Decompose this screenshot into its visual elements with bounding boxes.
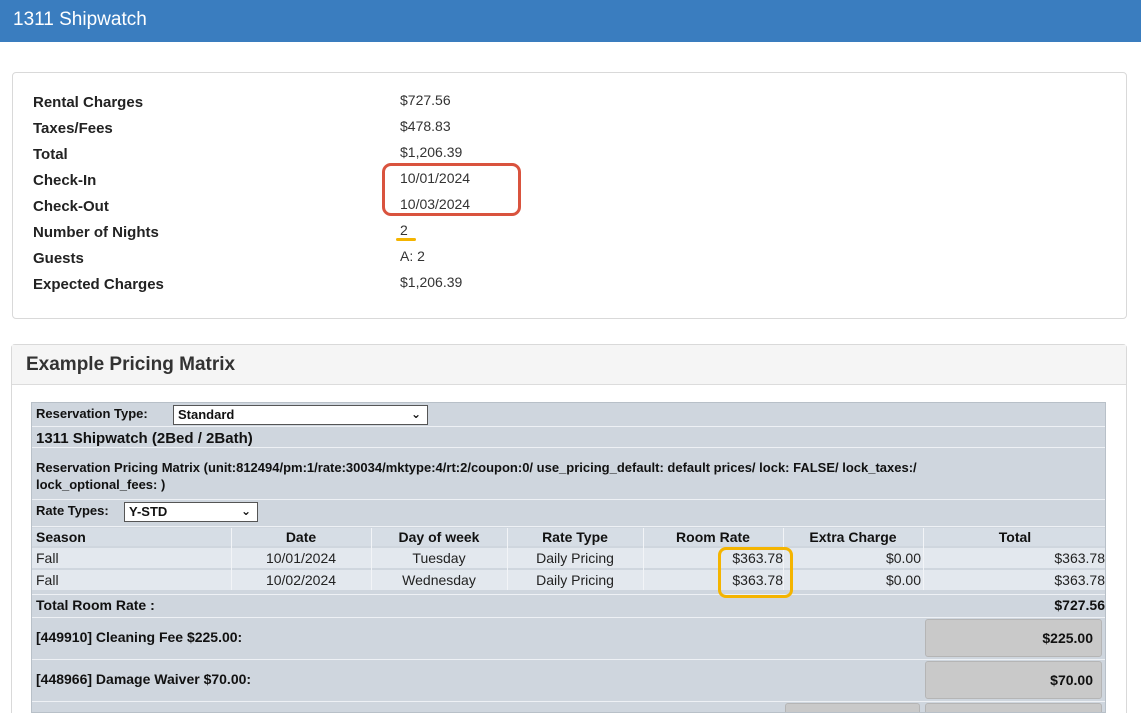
cell-total: $363.78 — [1054, 550, 1105, 566]
summary-value: $1,206.39 — [400, 274, 463, 290]
pricing-matrix-header: Example Pricing Matrix — [12, 345, 1126, 385]
cell-extra-charge: $0.00 — [885, 550, 921, 566]
cleaning-fee-value: $225.00 — [1042, 630, 1093, 646]
row-divider — [32, 526, 1105, 527]
chevron-down-icon: ⌄ — [240, 504, 251, 518]
column-header-rate-type: Rate Type — [542, 529, 608, 545]
cell-day-of-week: Tuesday — [412, 550, 466, 566]
summary-label: Total — [33, 146, 68, 163]
summary-label: Number of Nights — [33, 224, 159, 241]
column-header-extra-charge: Extra Charge — [809, 529, 897, 545]
nights-underline-highlight — [396, 238, 416, 241]
reservation-type-label: Reservation Type: — [36, 406, 148, 421]
summary-label: Guests — [33, 250, 84, 267]
reservation-type-select[interactable]: Standard ⌄ — [173, 405, 428, 425]
damage-waiver-amount: $70.00 — [925, 661, 1102, 699]
column-divider — [507, 528, 508, 590]
summary-value: $727.56 — [400, 92, 451, 108]
column-divider — [923, 528, 924, 590]
summary-value: $478.83 — [400, 118, 451, 134]
summary-row-total: Total $1,206.39 — [33, 142, 733, 168]
cell-rate-type: Daily Pricing — [536, 572, 614, 588]
total-room-rate-value: $727.56 — [1054, 597, 1105, 613]
column-divider — [371, 528, 372, 590]
column-header-date: Date — [285, 529, 317, 545]
summary-value: A: 2 — [400, 248, 425, 264]
cell-season: Fall — [36, 572, 59, 588]
summary-label: Taxes/Fees — [33, 120, 113, 137]
rate-types-select[interactable]: Y-STD ⌄ — [124, 502, 258, 522]
summary-row-rental-charges: Rental Charges $727.56 — [33, 90, 733, 116]
unit-title: 1311 Shipwatch (2Bed / 2Bath) — [36, 430, 253, 447]
check-dates-highlight — [382, 163, 521, 216]
summary-row-expected-charges: Expected Charges $1,206.39 — [33, 272, 733, 298]
header-bar: 1311 Shipwatch — [0, 0, 1141, 42]
summary-value: 2 — [400, 222, 408, 238]
pricing-matrix-params-line2: lock_optional_fees: ) — [36, 477, 166, 492]
reservation-type-selected: Standard — [178, 407, 235, 422]
cell-date: 10/01/2024 — [265, 550, 337, 566]
cell-total: $363.78 — [1054, 572, 1105, 588]
row-divider — [32, 499, 1105, 500]
rate-types-selected: Y-STD — [129, 504, 168, 519]
row-divider — [32, 426, 1105, 427]
row-divider — [32, 594, 1105, 595]
chevron-down-icon: ⌄ — [410, 407, 421, 421]
summary-label: Check-Out — [33, 198, 109, 215]
cleaning-fee-label: [449910] Cleaning Fee $225.00: — [36, 629, 243, 645]
room-rate-highlight — [718, 547, 793, 598]
cell-date: 10/02/2024 — [265, 572, 337, 588]
summary-label: Expected Charges — [33, 276, 164, 293]
column-header-season: Season — [36, 529, 86, 545]
damage-waiver-label: [448966] Damage Waiver $70.00: — [36, 671, 252, 687]
column-header-room-rate: Room Rate — [676, 529, 750, 545]
column-header-total: Total — [998, 529, 1032, 545]
pricing-matrix-title: Example Pricing Matrix — [26, 354, 236, 375]
column-header-day-of-week: Day of week — [398, 529, 480, 545]
row-divider — [32, 659, 1105, 660]
cell-extra-charge: $0.00 — [885, 572, 921, 588]
pricing-matrix-params-line1: Reservation Pricing Matrix (unit:812494/… — [36, 460, 917, 475]
row-divider — [32, 701, 1105, 702]
pricing-matrix-grid: Reservation Type: Standard ⌄ 1311 Shipwa… — [31, 402, 1106, 713]
summary-value: $1,206.39 — [400, 144, 463, 160]
next-row-box — [925, 703, 1102, 712]
cell-day-of-week: Wednesday — [402, 572, 476, 588]
summary-label: Check-In — [33, 172, 97, 189]
total-room-rate-label: Total Room Rate : — [36, 597, 155, 613]
next-row-box — [785, 703, 920, 712]
cell-rate-type: Daily Pricing — [536, 550, 614, 566]
cleaning-fee-amount: $225.00 — [925, 619, 1102, 657]
damage-waiver-value: $70.00 — [1050, 672, 1093, 688]
page-title: 1311 Shipwatch — [13, 9, 147, 30]
summary-row-number-of-nights: Number of Nights 2 — [33, 220, 733, 246]
reservation-summary-card: Rental Charges $727.56 Taxes/Fees $478.8… — [12, 72, 1127, 319]
summary-label: Rental Charges — [33, 94, 144, 111]
summary-row-guests: Guests A: 2 — [33, 246, 733, 272]
cell-season: Fall — [36, 550, 59, 566]
row-divider — [32, 447, 1105, 448]
summary-row-taxes-fees: Taxes/Fees $478.83 — [33, 116, 733, 142]
column-divider — [231, 528, 232, 590]
column-divider — [643, 528, 644, 590]
row-divider — [32, 617, 1105, 618]
rate-types-label: Rate Types: — [36, 503, 109, 518]
